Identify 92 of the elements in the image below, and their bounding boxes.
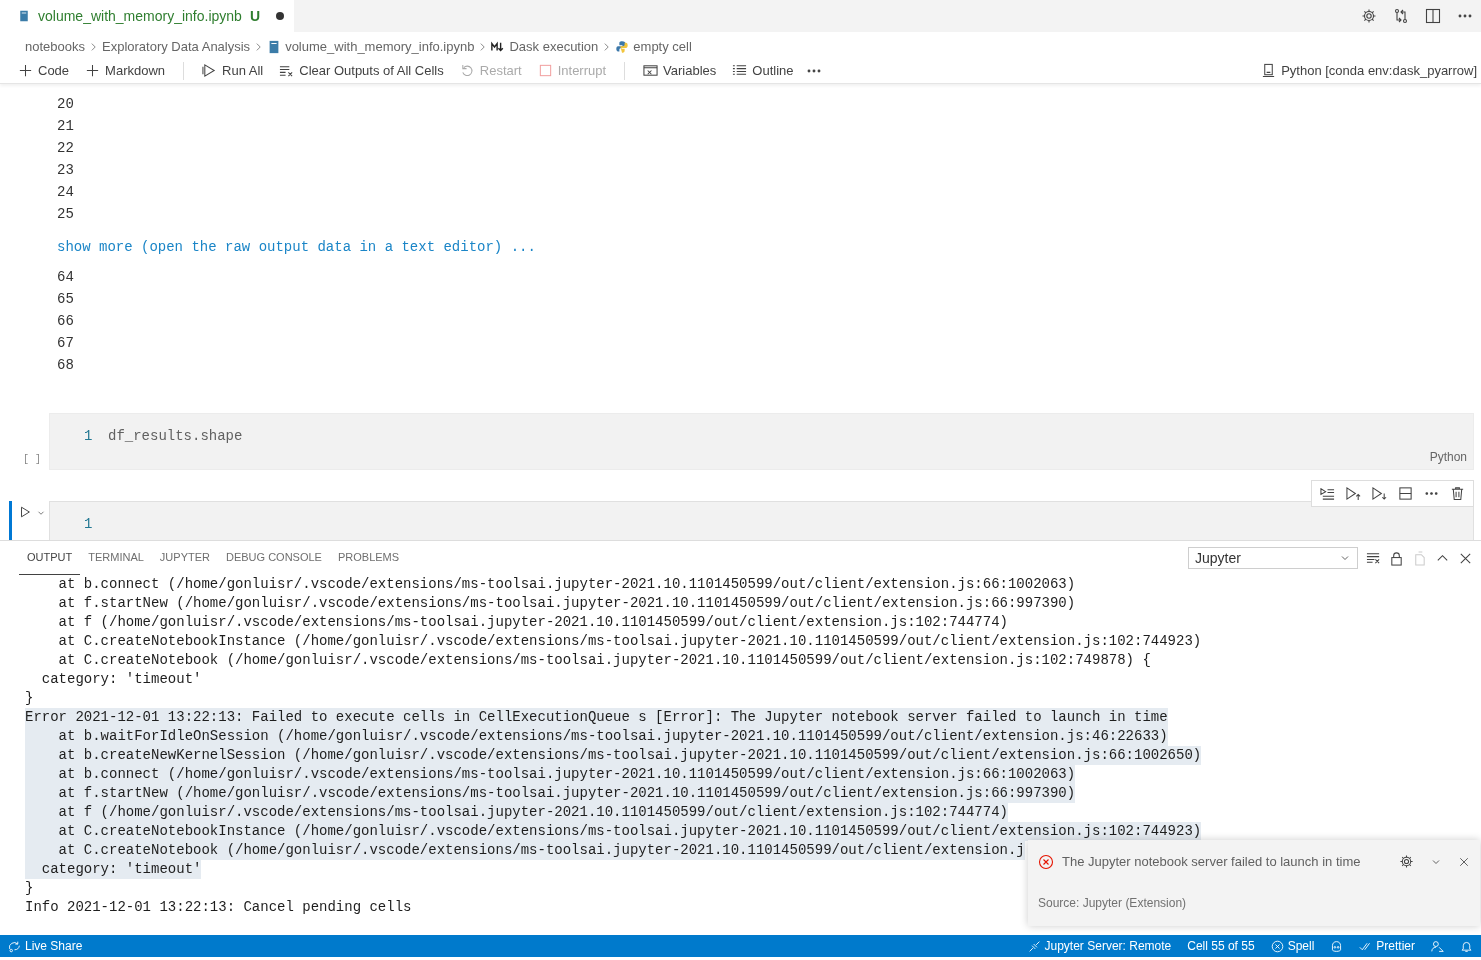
code-cell[interactable]: 1 df_results.shape Python xyxy=(49,413,1474,470)
output-line: 67 xyxy=(56,334,75,353)
status-item[interactable]: Cell 55 of 55 xyxy=(1179,935,1263,957)
kernel-picker[interactable]: Python [conda env:dask_pyarrow] xyxy=(1257,59,1481,82)
show-more-link[interactable]: show more (open the raw output data in a text editor) ... xyxy=(0,237,536,258)
restart-icon xyxy=(459,63,475,78)
settings-icon[interactable] xyxy=(1361,8,1377,24)
log-line: at f.startNew (/home/gonluisr/.vscode/extensions/ms-toolsai.jupyter-2021.10.1101450599/out/client/extension.js:66:997390) xyxy=(57,594,1076,613)
split-editor-icon[interactable] xyxy=(1425,8,1441,24)
clear-icon xyxy=(279,63,295,78)
output-line: 21 xyxy=(56,117,75,136)
chevron-right-icon xyxy=(89,42,98,52)
run-cell-icon[interactable] xyxy=(18,505,32,519)
run-above-icon[interactable] xyxy=(1346,486,1361,501)
lock-icon[interactable] xyxy=(1389,550,1404,566)
run-below-icon[interactable] xyxy=(1372,486,1387,501)
breadcrumb-item[interactable]: Exploratory Data Analysis xyxy=(102,37,251,57)
chevron-right-icon xyxy=(478,42,488,52)
log-line: } xyxy=(25,689,34,708)
square-icon xyxy=(537,63,553,78)
split-cell-icon[interactable] xyxy=(1398,486,1413,501)
toolbar-button[interactable]: Outline xyxy=(728,59,798,82)
log-line: at C.createNotebookInstance (/home/gonluisr/.vscode/extensions/ms-toolsai.jupyter-2021.10.1101450599/out/client/extension.js:102:744923) xyxy=(57,632,1202,651)
robot-icon xyxy=(1330,939,1344,953)
channel-select[interactable]: Jupyter xyxy=(1188,547,1358,569)
circle-x-icon xyxy=(1270,939,1284,953)
line-number: 1 xyxy=(84,427,94,446)
panel-tab[interactable]: TERMINAL xyxy=(80,541,152,575)
log-line: at f (/home/gonluisr/.vscode/extensions/ms-toolsai.jupyter-2021.10.1101450599/out/client/extension.js:102:744774) xyxy=(57,613,1008,632)
log-line: Info 2021-12-01 13:22:13: Cancel pending cells xyxy=(25,898,412,917)
execution-count: [ ] xyxy=(23,453,41,467)
panel-tab[interactable]: JUPYTER xyxy=(151,541,218,575)
delete-icon[interactable] xyxy=(1450,486,1465,501)
panel-tab[interactable]: PROBLEMS xyxy=(329,541,408,575)
notebook-icon xyxy=(18,9,30,23)
kernel-icon xyxy=(1261,63,1277,78)
settings-icon[interactable] xyxy=(1399,854,1414,870)
chevron-right-icon xyxy=(602,42,612,52)
status-item[interactable]: Prettier xyxy=(1351,935,1423,957)
breadcrumb-item[interactable]: empty cell xyxy=(633,37,692,57)
output-line: 23 xyxy=(56,161,75,180)
toolbar-button[interactable]: Clear Outputs of All Cells xyxy=(275,59,448,82)
status-item[interactable]: Live Share xyxy=(0,935,91,957)
status-item[interactable]: Spell xyxy=(1262,935,1323,957)
list-icon xyxy=(732,63,748,78)
output-line: 24 xyxy=(56,183,75,202)
output-line: 25 xyxy=(56,205,75,224)
toolbar-button[interactable]: Code xyxy=(14,59,74,82)
log-line: category: 'timeout' xyxy=(40,670,202,689)
plug-icon xyxy=(1027,939,1041,953)
output-line: 64 xyxy=(56,268,75,287)
variables-icon xyxy=(643,63,659,78)
plus-icon xyxy=(85,63,101,78)
output-line: 65 xyxy=(56,290,75,309)
run-all-icon xyxy=(202,63,218,78)
panel-tab[interactable]: OUTPUT xyxy=(19,541,81,575)
python-icon xyxy=(615,40,630,54)
toolbar-button[interactable]: Markdown xyxy=(81,59,170,82)
notification-message: The Jupyter notebook server failed to launch in time xyxy=(1062,853,1362,871)
cell-language[interactable]: Python xyxy=(1429,448,1467,466)
plus-icon xyxy=(18,63,33,78)
toolbar-button[interactable]: Variables xyxy=(639,59,721,82)
log-line: at C.createNotebook (/home/gonluisr/.vscode/extensions/ms-toolsai.jupyter-2021.10.1101450599/out/client/extension.js:102:749878) { xyxy=(57,651,1151,670)
notification-source: Source: Jupyter (Extension) xyxy=(1038,894,1188,912)
status-item[interactable]: Jupyter Server: Remote xyxy=(1019,935,1180,957)
run-by-line-icon[interactable] xyxy=(1320,486,1335,501)
breadcrumb-item[interactable]: Dask execution xyxy=(509,37,599,57)
share-icon xyxy=(8,939,21,953)
log-line: at b.connect (/home/gonluisr/.vscode/extensions/ms-toolsai.jupyter-2021.10.1101450599/out/client/extension.js:66:1002063) xyxy=(57,575,1076,594)
line-number: 1 xyxy=(84,515,94,534)
code-cell[interactable]: 1 xyxy=(49,501,1474,540)
clear-output-icon[interactable] xyxy=(1366,550,1381,566)
output-line: 22 xyxy=(56,139,75,158)
editor-tab[interactable]: volume_with_memory_info.ipynb U xyxy=(0,0,294,32)
compare-changes-icon[interactable] xyxy=(1393,8,1409,24)
output-line: 20 xyxy=(56,95,75,114)
breadcrumb-item[interactable]: notebooks xyxy=(25,37,85,57)
markdown-icon xyxy=(491,40,506,54)
chevron-right-icon xyxy=(254,42,264,52)
git-status-label: U xyxy=(249,6,260,26)
feedback-icon xyxy=(1431,939,1444,953)
toolbar-button[interactable]: Run All xyxy=(198,59,268,82)
bell-icon xyxy=(1460,939,1473,953)
output-line: 68 xyxy=(56,356,75,375)
code-text: df_results.shape xyxy=(108,427,243,446)
panel-tab[interactable]: DEBUG CONSOLE xyxy=(218,541,330,575)
log-line: } xyxy=(25,879,34,898)
tab-title: volume_with_memory_info.ipynb xyxy=(38,6,242,26)
output-line: 66 xyxy=(56,312,75,331)
error-icon xyxy=(1038,853,1054,870)
close-icon[interactable] xyxy=(1458,855,1470,868)
breadcrumb-item[interactable]: volume_with_memory_info.ipynb xyxy=(285,37,475,57)
